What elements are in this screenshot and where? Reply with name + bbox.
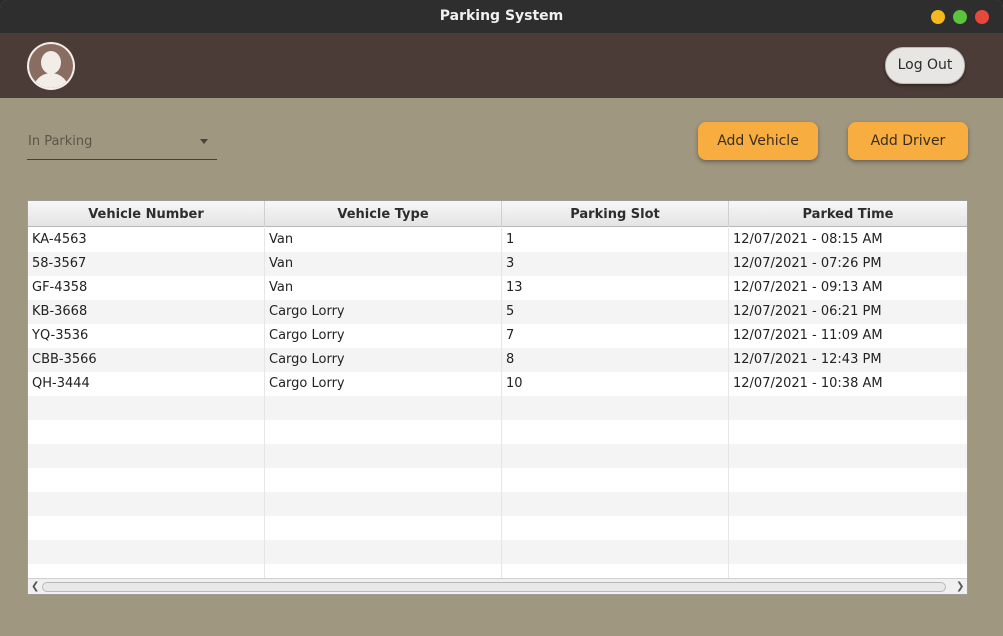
scroll-right-icon[interactable]: ❯ xyxy=(956,581,966,592)
table-row[interactable] xyxy=(28,516,967,540)
close-button[interactable] xyxy=(975,10,989,24)
table-row[interactable] xyxy=(28,420,967,444)
column-header-vehicle-number[interactable]: Vehicle Number xyxy=(28,201,265,227)
app-header: Log Out xyxy=(0,33,1003,98)
cell-parked-time: 12/07/2021 - 11:09 AM xyxy=(733,328,883,343)
user-icon xyxy=(29,44,73,88)
cell-vehicle-number xyxy=(28,396,265,420)
cell-parked-time xyxy=(729,492,967,516)
vehicles-table[interactable]: Vehicle Number Vehicle Type Parking Slot… xyxy=(27,200,968,595)
title-bar: Parking System xyxy=(0,0,1003,33)
cell-parked-time xyxy=(729,540,967,564)
cell-vehicle-number: KB-3668 xyxy=(28,300,265,324)
cell-parked-time xyxy=(729,516,967,540)
cell-parking-slot: 7 xyxy=(502,324,729,348)
cell-vehicle-type xyxy=(265,468,502,492)
table-row[interactable]: 58-3567 Van 3 12/07/2021 - 07:26 PM xyxy=(28,252,967,276)
cell-vehicle-number: YQ-3536 xyxy=(28,324,265,348)
cell-vehicle-type xyxy=(265,540,502,564)
table-row[interactable]: KB-3668 Cargo Lorry 5 12/07/2021 - 06:21 PM xyxy=(28,300,967,324)
scroll-left-icon[interactable]: ❮ xyxy=(31,581,41,592)
parking-filter-dropdown[interactable]: In Parking xyxy=(27,126,217,160)
avatar[interactable] xyxy=(27,42,75,90)
cell-parked-time: 12/07/2021 - 09:13 AM xyxy=(733,280,883,295)
scrollbar-thumb[interactable] xyxy=(42,582,946,592)
table-row[interactable] xyxy=(28,396,967,420)
cell-vehicle-number xyxy=(28,492,265,516)
cell-vehicle-type: Cargo Lorry xyxy=(265,300,502,324)
app-window: Parking System Log Out In Parking Add Ve… xyxy=(0,0,1003,636)
add-vehicle-button[interactable]: Add Vehicle xyxy=(698,122,818,160)
user-icon-head xyxy=(41,51,61,74)
cell-vehicle-number: GF-4358 xyxy=(28,276,265,300)
cell-vehicle-type: Cargo Lorry xyxy=(265,372,502,396)
cell-parking-slot xyxy=(502,492,729,516)
cell-vehicle-type: Cargo Lorry xyxy=(265,324,502,348)
table-row[interactable]: GF-4358 Van 13 12/07/2021 - 09:13 AM xyxy=(28,276,967,300)
table-row[interactable]: YQ-3536 Cargo Lorry 7 12/07/2021 - 11:09 AM xyxy=(28,324,967,348)
table-header: Vehicle Number Vehicle Type Parking Slot… xyxy=(28,201,967,227)
cell-vehicle-number xyxy=(28,468,265,492)
cell-vehicle-number xyxy=(28,444,265,468)
cell-vehicle-number xyxy=(28,516,265,540)
cell-parked-time: 12/07/2021 - 10:38 AM xyxy=(733,376,883,391)
cell-parked-time xyxy=(729,420,967,444)
horizontal-scrollbar[interactable]: ❮ ❯ xyxy=(28,578,967,594)
table-row[interactable] xyxy=(28,468,967,492)
cell-parking-slot xyxy=(502,516,729,540)
table-row[interactable] xyxy=(28,540,967,564)
add-driver-button[interactable]: Add Driver xyxy=(848,122,968,160)
cell-vehicle-type xyxy=(265,444,502,468)
table-row[interactable]: CBB-3566 Cargo Lorry 8 12/07/2021 - 12:43 P… xyxy=(28,348,967,372)
cell-parked-time xyxy=(729,468,967,492)
table-body: KA-4563 Van 1 12/07/2021 - 08:15 AM 58-3567 V… xyxy=(28,228,967,588)
cell-parking-slot xyxy=(502,420,729,444)
user-icon-body xyxy=(33,73,69,88)
cell-vehicle-number xyxy=(28,420,265,444)
cell-vehicle-number: KA-4563 xyxy=(28,228,265,252)
cell-parking-slot xyxy=(502,540,729,564)
cell-parking-slot: 8 xyxy=(502,348,729,372)
cell-parking-slot: 10 xyxy=(502,372,729,396)
cell-parked-time xyxy=(729,444,967,468)
cell-parking-slot: 13 xyxy=(502,276,729,300)
table-row[interactable]: KA-4563 Van 1 12/07/2021 - 08:15 AM xyxy=(28,228,967,252)
cell-parked-time: 12/07/2021 - 06:21 PM xyxy=(733,304,882,319)
cell-parking-slot xyxy=(502,468,729,492)
maximize-button[interactable] xyxy=(953,10,967,24)
cell-parked-time: 12/07/2021 - 08:15 AM xyxy=(733,232,883,247)
cell-vehicle-number: 58-3567 xyxy=(28,252,265,276)
cell-vehicle-type xyxy=(265,492,502,516)
minimize-button[interactable] xyxy=(931,10,945,24)
column-header-parked-time[interactable]: Parked Time xyxy=(729,201,967,227)
cell-vehicle-type: Van xyxy=(265,276,502,300)
cell-parking-slot: 5 xyxy=(502,300,729,324)
table-row[interactable]: QH-3444 Cargo Lorry 10 12/07/2021 - 10:38 A… xyxy=(28,372,967,396)
cell-vehicle-number xyxy=(28,540,265,564)
cell-parking-slot: 3 xyxy=(502,252,729,276)
cell-vehicle-type: Van xyxy=(265,228,502,252)
cell-vehicle-type xyxy=(265,396,502,420)
cell-vehicle-type: Cargo Lorry xyxy=(265,348,502,372)
parking-filter-value: In Parking xyxy=(28,134,93,149)
cell-parking-slot: 1 xyxy=(502,228,729,252)
cell-vehicle-type xyxy=(265,420,502,444)
cell-vehicle-number: QH-3444 xyxy=(28,372,265,396)
column-header-parking-slot[interactable]: Parking Slot xyxy=(502,201,729,227)
cell-parking-slot xyxy=(502,396,729,420)
cell-parked-time: 12/07/2021 - 07:26 PM xyxy=(733,256,882,271)
cell-parked-time xyxy=(729,396,967,420)
chevron-down-icon xyxy=(200,139,208,144)
cell-parked-time: 12/07/2021 - 12:43 PM xyxy=(733,352,882,367)
table-row[interactable] xyxy=(28,492,967,516)
logout-button[interactable]: Log Out xyxy=(885,47,965,84)
window-title: Parking System xyxy=(439,8,564,24)
cell-vehicle-type: Van xyxy=(265,252,502,276)
cell-parking-slot xyxy=(502,444,729,468)
table-row[interactable] xyxy=(28,444,967,468)
column-header-vehicle-type[interactable]: Vehicle Type xyxy=(265,201,502,227)
cell-vehicle-number: CBB-3566 xyxy=(28,348,265,372)
cell-vehicle-type xyxy=(265,516,502,540)
